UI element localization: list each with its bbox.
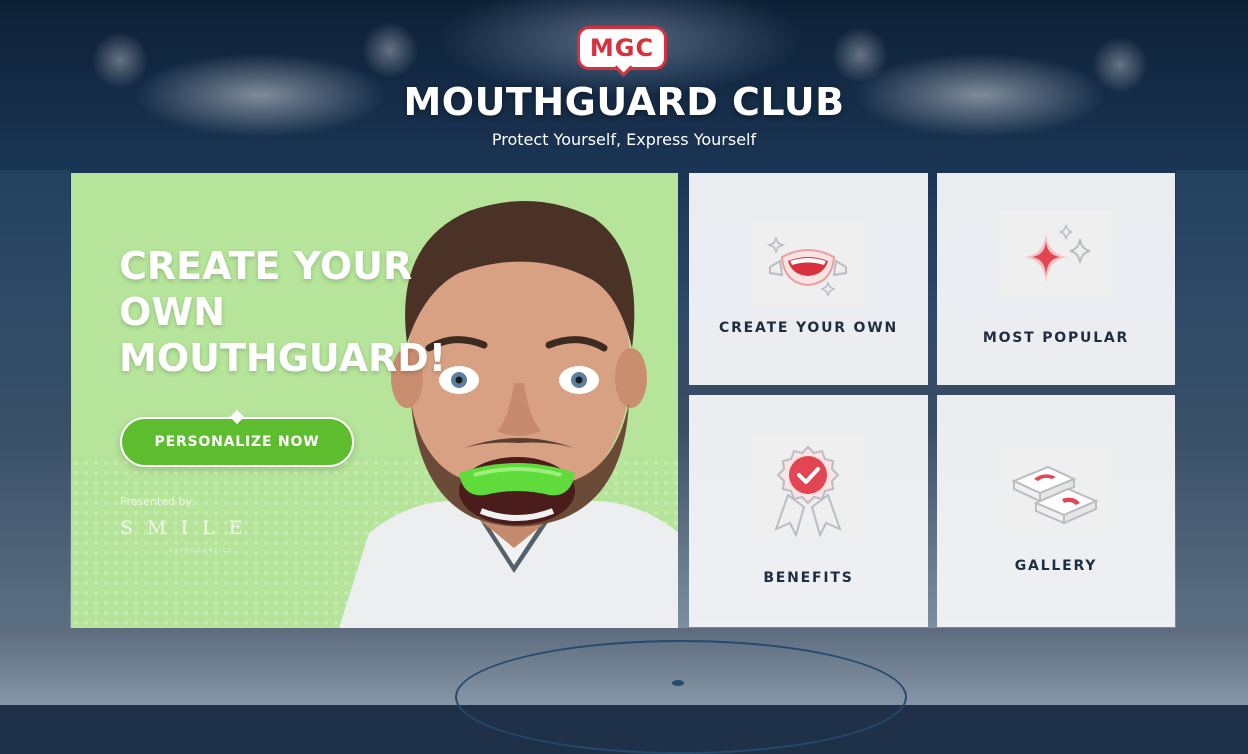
sponsor-subtitle: ORTHODONTICS — [169, 548, 234, 554]
rink-circle — [455, 640, 907, 754]
arena-stands-left — [0, 170, 70, 630]
logo-text: MGC — [589, 34, 655, 62]
mouthguard-boxes-icon — [1000, 445, 1112, 531]
tile-label-benefits: BENEFITS — [763, 570, 854, 586]
hero-heading-line-2: OWN — [119, 290, 226, 334]
tile-label-gallery: GALLERY — [1014, 558, 1098, 574]
presented-by-label: Presented by: — [120, 495, 195, 508]
tile-create-your-own[interactable]: CREATE YOUR OWN — [689, 173, 928, 385]
mgc-logo[interactable]: MGC — [577, 26, 667, 77]
personalize-now-button[interactable]: PERSONALIZE NOW — [120, 409, 354, 467]
smile-mouthguard-icon — [752, 221, 864, 307]
sponsor-logo: SMILE — [120, 517, 257, 539]
sparkle-star-icon — [1000, 211, 1112, 297]
cta-notch — [229, 409, 245, 425]
hero-person-image — [339, 201, 678, 628]
award-badge-icon — [752, 433, 864, 538]
hero-heading: CREATE YOUR OWN MOUTHGUARD! — [119, 243, 479, 381]
tile-label-most-popular: MOST POPULAR — [982, 330, 1130, 346]
tile-gallery[interactable]: GALLERY — [937, 395, 1175, 627]
hero-banner: CREATE YOUR OWN MOUTHGUARD! PERSONALIZE … — [71, 173, 678, 628]
tagline: Protect Yourself, Express Yourself — [491, 130, 757, 149]
tile-benefits[interactable]: BENEFITS — [689, 395, 928, 627]
rink-center-dot — [672, 680, 684, 686]
hero-heading-line-3: MOUTHGUARD! — [119, 336, 447, 380]
tile-label-create-your-own: CREATE YOUR OWN — [719, 320, 898, 336]
hero-heading-line-1: CREATE YOUR — [119, 244, 413, 288]
site-title: MOUTHGUARD CLUB — [403, 80, 845, 124]
tile-most-popular[interactable]: MOST POPULAR — [937, 173, 1175, 385]
personalize-now-label: PERSONALIZE NOW — [154, 434, 320, 450]
arena-stands-right — [1176, 170, 1248, 630]
